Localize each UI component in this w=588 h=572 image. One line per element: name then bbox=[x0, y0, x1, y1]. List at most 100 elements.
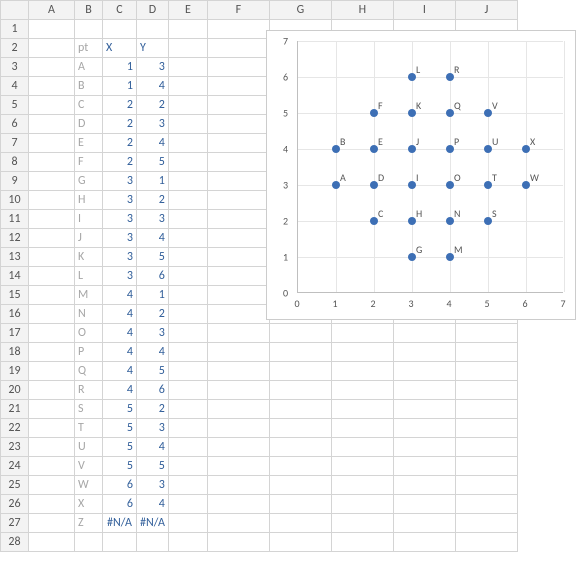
row-header[interactable]: 21 bbox=[1, 400, 29, 419]
cell[interactable] bbox=[455, 438, 517, 457]
cell[interactable]: N bbox=[75, 305, 103, 324]
cell[interactable] bbox=[29, 305, 75, 324]
col-header[interactable]: F bbox=[207, 1, 269, 20]
row-header[interactable]: 4 bbox=[1, 77, 29, 96]
cell[interactable]: 5 bbox=[103, 457, 137, 476]
data-point[interactable] bbox=[446, 253, 454, 261]
cell[interactable]: 2 bbox=[137, 191, 169, 210]
col-header[interactable]: I bbox=[393, 1, 455, 20]
cell[interactable] bbox=[168, 58, 207, 77]
col-header[interactable]: E bbox=[168, 1, 207, 20]
cell[interactable] bbox=[29, 476, 75, 495]
cell[interactable] bbox=[168, 514, 207, 533]
cell[interactable] bbox=[29, 267, 75, 286]
cell[interactable] bbox=[29, 438, 75, 457]
cell[interactable] bbox=[207, 153, 269, 172]
cell[interactable] bbox=[331, 457, 393, 476]
cell[interactable]: 2 bbox=[137, 400, 169, 419]
row-header[interactable]: 17 bbox=[1, 324, 29, 343]
data-point[interactable] bbox=[446, 109, 454, 117]
cell[interactable] bbox=[29, 381, 75, 400]
cell[interactable]: I bbox=[75, 210, 103, 229]
data-point[interactable] bbox=[408, 109, 416, 117]
cell[interactable] bbox=[455, 495, 517, 514]
row-header[interactable]: 2 bbox=[1, 39, 29, 58]
cell[interactable] bbox=[393, 419, 455, 438]
cell[interactable] bbox=[168, 324, 207, 343]
cell[interactable] bbox=[29, 514, 75, 533]
data-point[interactable] bbox=[446, 181, 454, 189]
row-header[interactable]: 11 bbox=[1, 210, 29, 229]
cell[interactable] bbox=[75, 533, 103, 552]
cell[interactable] bbox=[393, 381, 455, 400]
cell[interactable] bbox=[29, 39, 75, 58]
cell[interactable] bbox=[29, 96, 75, 115]
cell[interactable]: 6 bbox=[137, 267, 169, 286]
cell[interactable] bbox=[103, 20, 137, 39]
cell[interactable] bbox=[168, 229, 207, 248]
data-point[interactable] bbox=[446, 145, 454, 153]
cell[interactable] bbox=[168, 191, 207, 210]
cell[interactable]: 4 bbox=[103, 305, 137, 324]
data-point[interactable] bbox=[332, 181, 340, 189]
cell[interactable] bbox=[331, 381, 393, 400]
cell[interactable]: O bbox=[75, 324, 103, 343]
cell[interactable] bbox=[393, 324, 455, 343]
data-point[interactable] bbox=[408, 217, 416, 225]
col-header[interactable]: B bbox=[75, 1, 103, 20]
cell[interactable] bbox=[168, 419, 207, 438]
cell[interactable]: B bbox=[75, 77, 103, 96]
cell[interactable]: C bbox=[75, 96, 103, 115]
cell[interactable] bbox=[168, 457, 207, 476]
cell[interactable] bbox=[207, 514, 269, 533]
cell[interactable] bbox=[168, 248, 207, 267]
cell[interactable] bbox=[207, 400, 269, 419]
cell[interactable]: 4 bbox=[103, 286, 137, 305]
cell[interactable] bbox=[207, 58, 269, 77]
cell[interactable] bbox=[393, 343, 455, 362]
cell[interactable] bbox=[168, 267, 207, 286]
cell[interactable] bbox=[331, 324, 393, 343]
data-point[interactable] bbox=[484, 181, 492, 189]
cell[interactable] bbox=[331, 362, 393, 381]
cell[interactable]: 5 bbox=[103, 400, 137, 419]
cell[interactable] bbox=[269, 419, 331, 438]
cell[interactable]: H bbox=[75, 191, 103, 210]
row-header[interactable]: 27 bbox=[1, 514, 29, 533]
cell[interactable] bbox=[168, 153, 207, 172]
row-header[interactable]: 8 bbox=[1, 153, 29, 172]
cell[interactable] bbox=[393, 495, 455, 514]
cell[interactable]: 3 bbox=[137, 115, 169, 134]
cell[interactable]: T bbox=[75, 419, 103, 438]
cell[interactable]: Q bbox=[75, 362, 103, 381]
cell[interactable]: V bbox=[75, 457, 103, 476]
cell[interactable]: 3 bbox=[103, 248, 137, 267]
cell[interactable] bbox=[29, 191, 75, 210]
cell[interactable]: #N/A bbox=[103, 514, 137, 533]
row-header[interactable]: 7 bbox=[1, 134, 29, 153]
cell[interactable] bbox=[207, 476, 269, 495]
data-point[interactable] bbox=[408, 253, 416, 261]
row-header[interactable]: 16 bbox=[1, 305, 29, 324]
cell[interactable]: 5 bbox=[103, 419, 137, 438]
cell[interactable]: 5 bbox=[137, 248, 169, 267]
cell[interactable] bbox=[207, 191, 269, 210]
cell[interactable] bbox=[168, 381, 207, 400]
cell[interactable] bbox=[168, 438, 207, 457]
col-header[interactable]: A bbox=[29, 1, 75, 20]
row-header[interactable]: 24 bbox=[1, 457, 29, 476]
cell[interactable] bbox=[331, 495, 393, 514]
cell[interactable]: R bbox=[75, 381, 103, 400]
cell[interactable] bbox=[207, 210, 269, 229]
row-header[interactable]: 19 bbox=[1, 362, 29, 381]
cell[interactable] bbox=[168, 362, 207, 381]
cell[interactable] bbox=[269, 400, 331, 419]
data-point[interactable] bbox=[522, 181, 530, 189]
row-header[interactable]: 6 bbox=[1, 115, 29, 134]
cell[interactable] bbox=[207, 20, 269, 39]
cell[interactable] bbox=[207, 115, 269, 134]
cell[interactable] bbox=[29, 286, 75, 305]
cell[interactable] bbox=[207, 96, 269, 115]
cell[interactable] bbox=[168, 172, 207, 191]
cell[interactable] bbox=[29, 153, 75, 172]
